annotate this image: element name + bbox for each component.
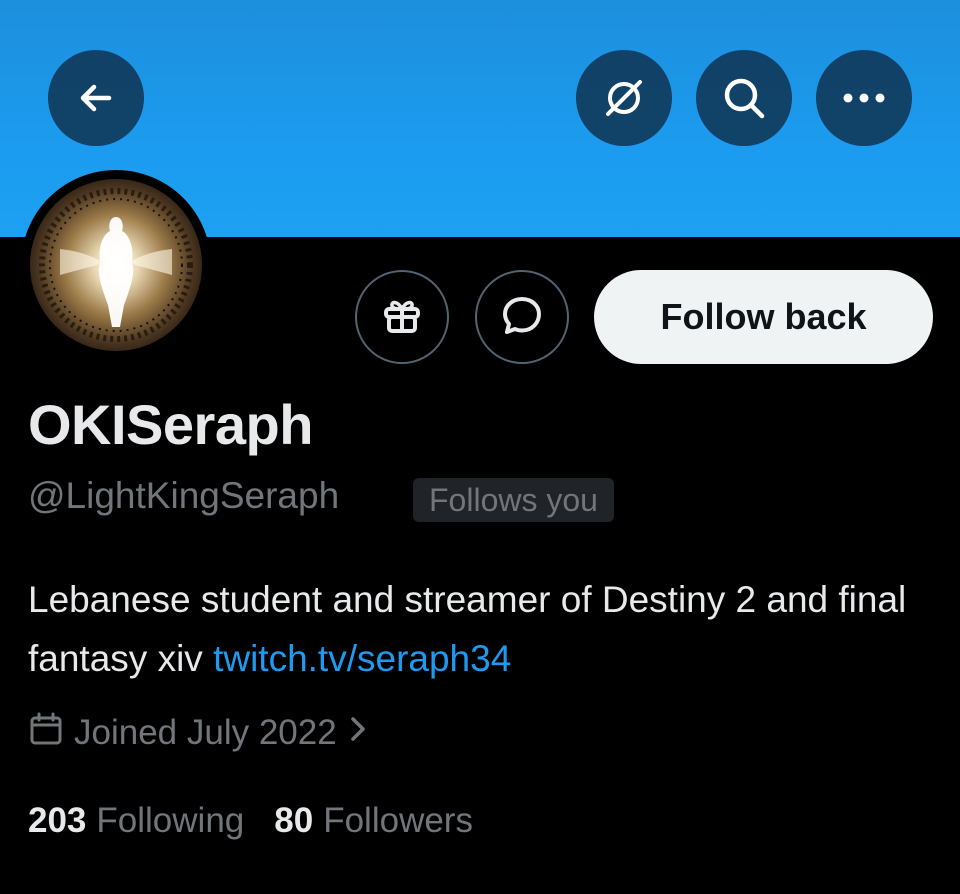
following-stat[interactable]: 203 Following <box>28 801 244 841</box>
follow-stats: 203 Following 80 Followers <box>28 796 473 846</box>
search-icon <box>721 75 767 121</box>
chevron-right-icon <box>347 713 369 753</box>
profile-bio: Lebanese student and streamer of Destiny… <box>28 570 928 688</box>
avatar-image <box>30 179 202 351</box>
following-count: 203 <box>28 801 87 840</box>
gift-icon <box>378 291 426 344</box>
followers-stat[interactable]: 80 Followers <box>274 801 473 841</box>
followers-count: 80 <box>274 801 314 840</box>
slash-circle-icon <box>600 74 648 122</box>
avatar[interactable] <box>21 170 211 360</box>
calendar-icon <box>28 711 64 756</box>
joined-date[interactable]: Joined July 2022 <box>28 708 369 758</box>
message-bubble-icon <box>498 291 546 344</box>
arrow-left-icon <box>76 78 116 118</box>
display-name: OKISeraph <box>28 393 313 456</box>
follows-you-badge: Follows you <box>413 478 614 522</box>
joined-label: Joined July 2022 <box>74 713 337 752</box>
following-label: Following <box>96 801 245 840</box>
grok-button[interactable] <box>576 50 672 146</box>
back-button[interactable] <box>48 50 144 146</box>
search-button[interactable] <box>696 50 792 146</box>
user-handle: @LightKingSeraph <box>28 475 340 516</box>
follow-back-button[interactable]: Follow back <box>594 270 933 364</box>
more-button[interactable] <box>816 50 912 146</box>
message-button[interactable] <box>475 270 569 364</box>
subscribe-gift-button[interactable] <box>355 270 449 364</box>
bio-link[interactable]: twitch.tv/seraph34 <box>213 638 511 679</box>
more-horizontal-icon <box>842 92 886 104</box>
followers-label: Followers <box>323 801 473 840</box>
